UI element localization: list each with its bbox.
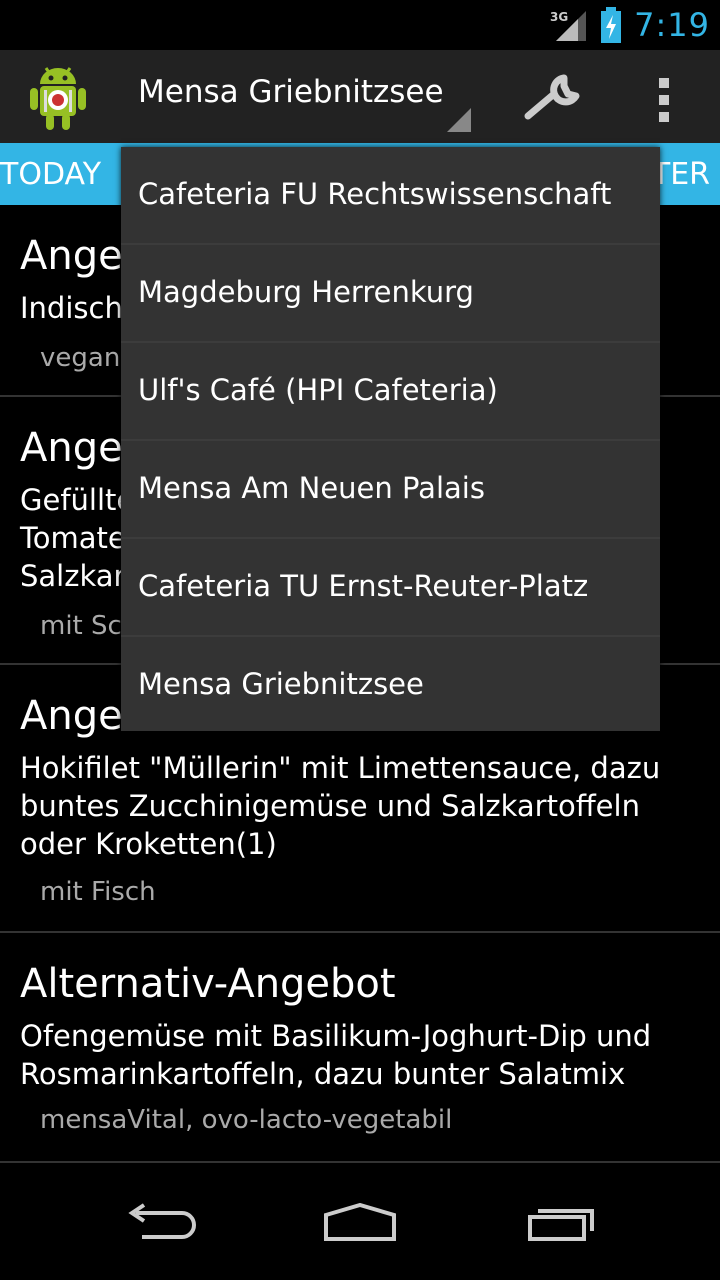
android-app-icon[interactable]	[26, 64, 90, 130]
spinner-arrow-icon	[447, 108, 471, 132]
dropdown-option-label: Mensa Am Neuen Palais	[138, 471, 485, 505]
dropdown-option-label: Cafeteria TU Ernst-Reuter-Platz	[138, 569, 589, 603]
menu-tags: mit Fisch	[40, 877, 156, 907]
menu-title: Ange	[20, 425, 123, 471]
signal-icon: 3G	[550, 10, 587, 41]
home-icon[interactable]	[322, 1203, 398, 1243]
status-indicators: 3G 7:19	[550, 0, 710, 50]
menu-tags: vegan	[40, 343, 121, 373]
dropdown-option-label: Cafeteria FU Rechtswissenschaft	[138, 177, 612, 211]
menu-tags: mensaVital, ovo-lacto-vegetabil	[40, 1105, 453, 1135]
dropdown-option[interactable]: Magdeburg Herrenkurg	[121, 245, 660, 343]
dropdown-option[interactable]: Mensa Griebnitzsee	[121, 637, 660, 733]
menu-title: Alternativ-Angebot	[20, 961, 396, 1007]
wrench-icon[interactable]	[520, 72, 584, 124]
dropdown-option-label: Ulf's Café (HPI Cafeteria)	[138, 373, 498, 407]
recents-icon[interactable]	[524, 1203, 600, 1243]
list-item[interactable]: Alternativ-Angebot Ofengemüse mit Basili…	[0, 933, 720, 1163]
dropdown-option-label: Mensa Griebnitzsee	[138, 667, 424, 701]
menu-tags: mit Sc	[40, 611, 122, 641]
dropdown-option[interactable]: Cafeteria TU Ernst-Reuter-Platz	[121, 539, 660, 637]
menu-title: Ange	[20, 233, 123, 279]
overflow-menu-icon[interactable]	[652, 78, 676, 122]
menu-description: Hokifilet "Müllerin" mit Limettensauce, …	[20, 751, 661, 861]
back-icon[interactable]	[122, 1203, 198, 1243]
tab-later[interactable]: TER	[652, 157, 710, 192]
battery-icon	[601, 7, 622, 43]
status-bar: 3G 7:19	[0, 0, 720, 50]
dropdown-option[interactable]: Cafeteria FU Rechtswissenschaft	[121, 147, 660, 245]
menu-title: Ange	[20, 693, 123, 739]
dropdown-option[interactable]: Mensa Am Neuen Palais	[121, 441, 660, 539]
location-dropdown: Cafeteria FU Rechtswissenschaft Magdebur…	[121, 147, 660, 731]
dropdown-option-label: Magdeburg Herrenkurg	[138, 275, 474, 309]
navigation-bar	[0, 1165, 720, 1280]
menu-description: Ofengemüse mit Basilikum-Joghurt-Dip und…	[20, 1019, 652, 1091]
dropdown-option[interactable]: Ulf's Café (HPI Cafeteria)	[121, 343, 660, 441]
tab-today[interactable]: TODAY	[0, 157, 101, 192]
selected-location[interactable]: Mensa Griebnitzsee	[138, 74, 444, 110]
network-type: 3G	[550, 10, 568, 24]
action-bar: Mensa Griebnitzsee	[0, 50, 720, 143]
clock: 7:19	[634, 6, 710, 44]
